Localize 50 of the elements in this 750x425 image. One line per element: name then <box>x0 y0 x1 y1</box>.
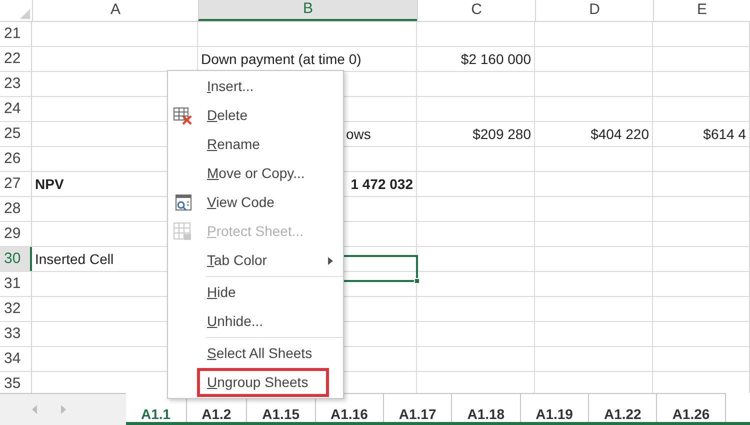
column-header[interactable]: B <box>198 0 417 21</box>
cell-text: Inserted Cell <box>34 250 114 268</box>
row-header[interactable]: 22 <box>0 47 32 71</box>
cell-text: Down payment (at time 0) <box>200 50 362 69</box>
menu-item[interactable]: Ungroup Sheets <box>197 368 329 397</box>
menu-item[interactable]: Select All Sheets <box>168 339 343 368</box>
cell-text: ows <box>345 124 371 144</box>
row-header[interactable]: 33 <box>0 322 32 346</box>
row-header[interactable]: 30 <box>0 247 32 271</box>
row-header[interactable]: 27 <box>0 172 32 196</box>
select-all-corner-icon[interactable] <box>20 9 30 19</box>
row-header[interactable]: 31 <box>0 272 32 296</box>
code-window-icon <box>173 192 193 212</box>
menu-item[interactable]: Hide <box>168 278 343 307</box>
sheet-tab[interactable]: A1.22 <box>588 393 658 422</box>
row-header[interactable]: 34 <box>0 347 32 371</box>
row-header[interactable]: 21 <box>0 22 32 46</box>
scroll-right-icon[interactable] <box>60 405 66 414</box>
menu-item[interactable]: Move or Copy... <box>168 159 343 188</box>
menu-item[interactable]: Delete <box>168 101 343 130</box>
column-header[interactable]: D <box>535 0 653 21</box>
fill-handle[interactable] <box>414 278 420 284</box>
cell-text: 1 472 032 <box>350 174 414 194</box>
menu-item[interactable]: View Code <box>168 188 343 217</box>
row-header[interactable]: 26 <box>0 147 32 171</box>
column-header[interactable]: C <box>417 0 535 21</box>
cell-text: $614 4 <box>703 124 747 144</box>
delete-sheet-icon <box>173 106 193 126</box>
sheet-tab[interactable]: A1.19 <box>520 393 589 422</box>
column-header[interactable]: E <box>653 0 750 21</box>
row-header[interactable]: 28 <box>0 197 32 221</box>
scroll-left-icon[interactable] <box>32 405 38 414</box>
menu-item[interactable]: Tab Color <box>168 246 343 275</box>
sheet-tab[interactable]: A1.17 <box>384 393 452 422</box>
row-header[interactable]: 32 <box>0 297 32 321</box>
sheet-tab[interactable]: A1.26 <box>657 393 726 422</box>
submenu-arrow-icon <box>328 256 333 264</box>
cell-text: NPV <box>34 174 64 194</box>
menu-item[interactable]: Insert... <box>168 72 343 101</box>
cell-text: $2 160 000 <box>460 50 532 68</box>
menu-item[interactable]: Unhide... <box>168 307 343 336</box>
row-header[interactable]: 29 <box>0 222 32 246</box>
menu-item[interactable]: Rename <box>168 130 343 159</box>
row-header[interactable]: 23 <box>0 72 32 96</box>
row-header[interactable]: 24 <box>0 97 32 121</box>
cell-text: $209 280 <box>472 124 532 144</box>
grid-lock-icon <box>173 222 193 242</box>
cell-text: $404 220 <box>590 124 650 144</box>
sheet-tab[interactable]: A1.18 <box>452 393 521 422</box>
row-header[interactable]: 25 <box>0 122 32 146</box>
